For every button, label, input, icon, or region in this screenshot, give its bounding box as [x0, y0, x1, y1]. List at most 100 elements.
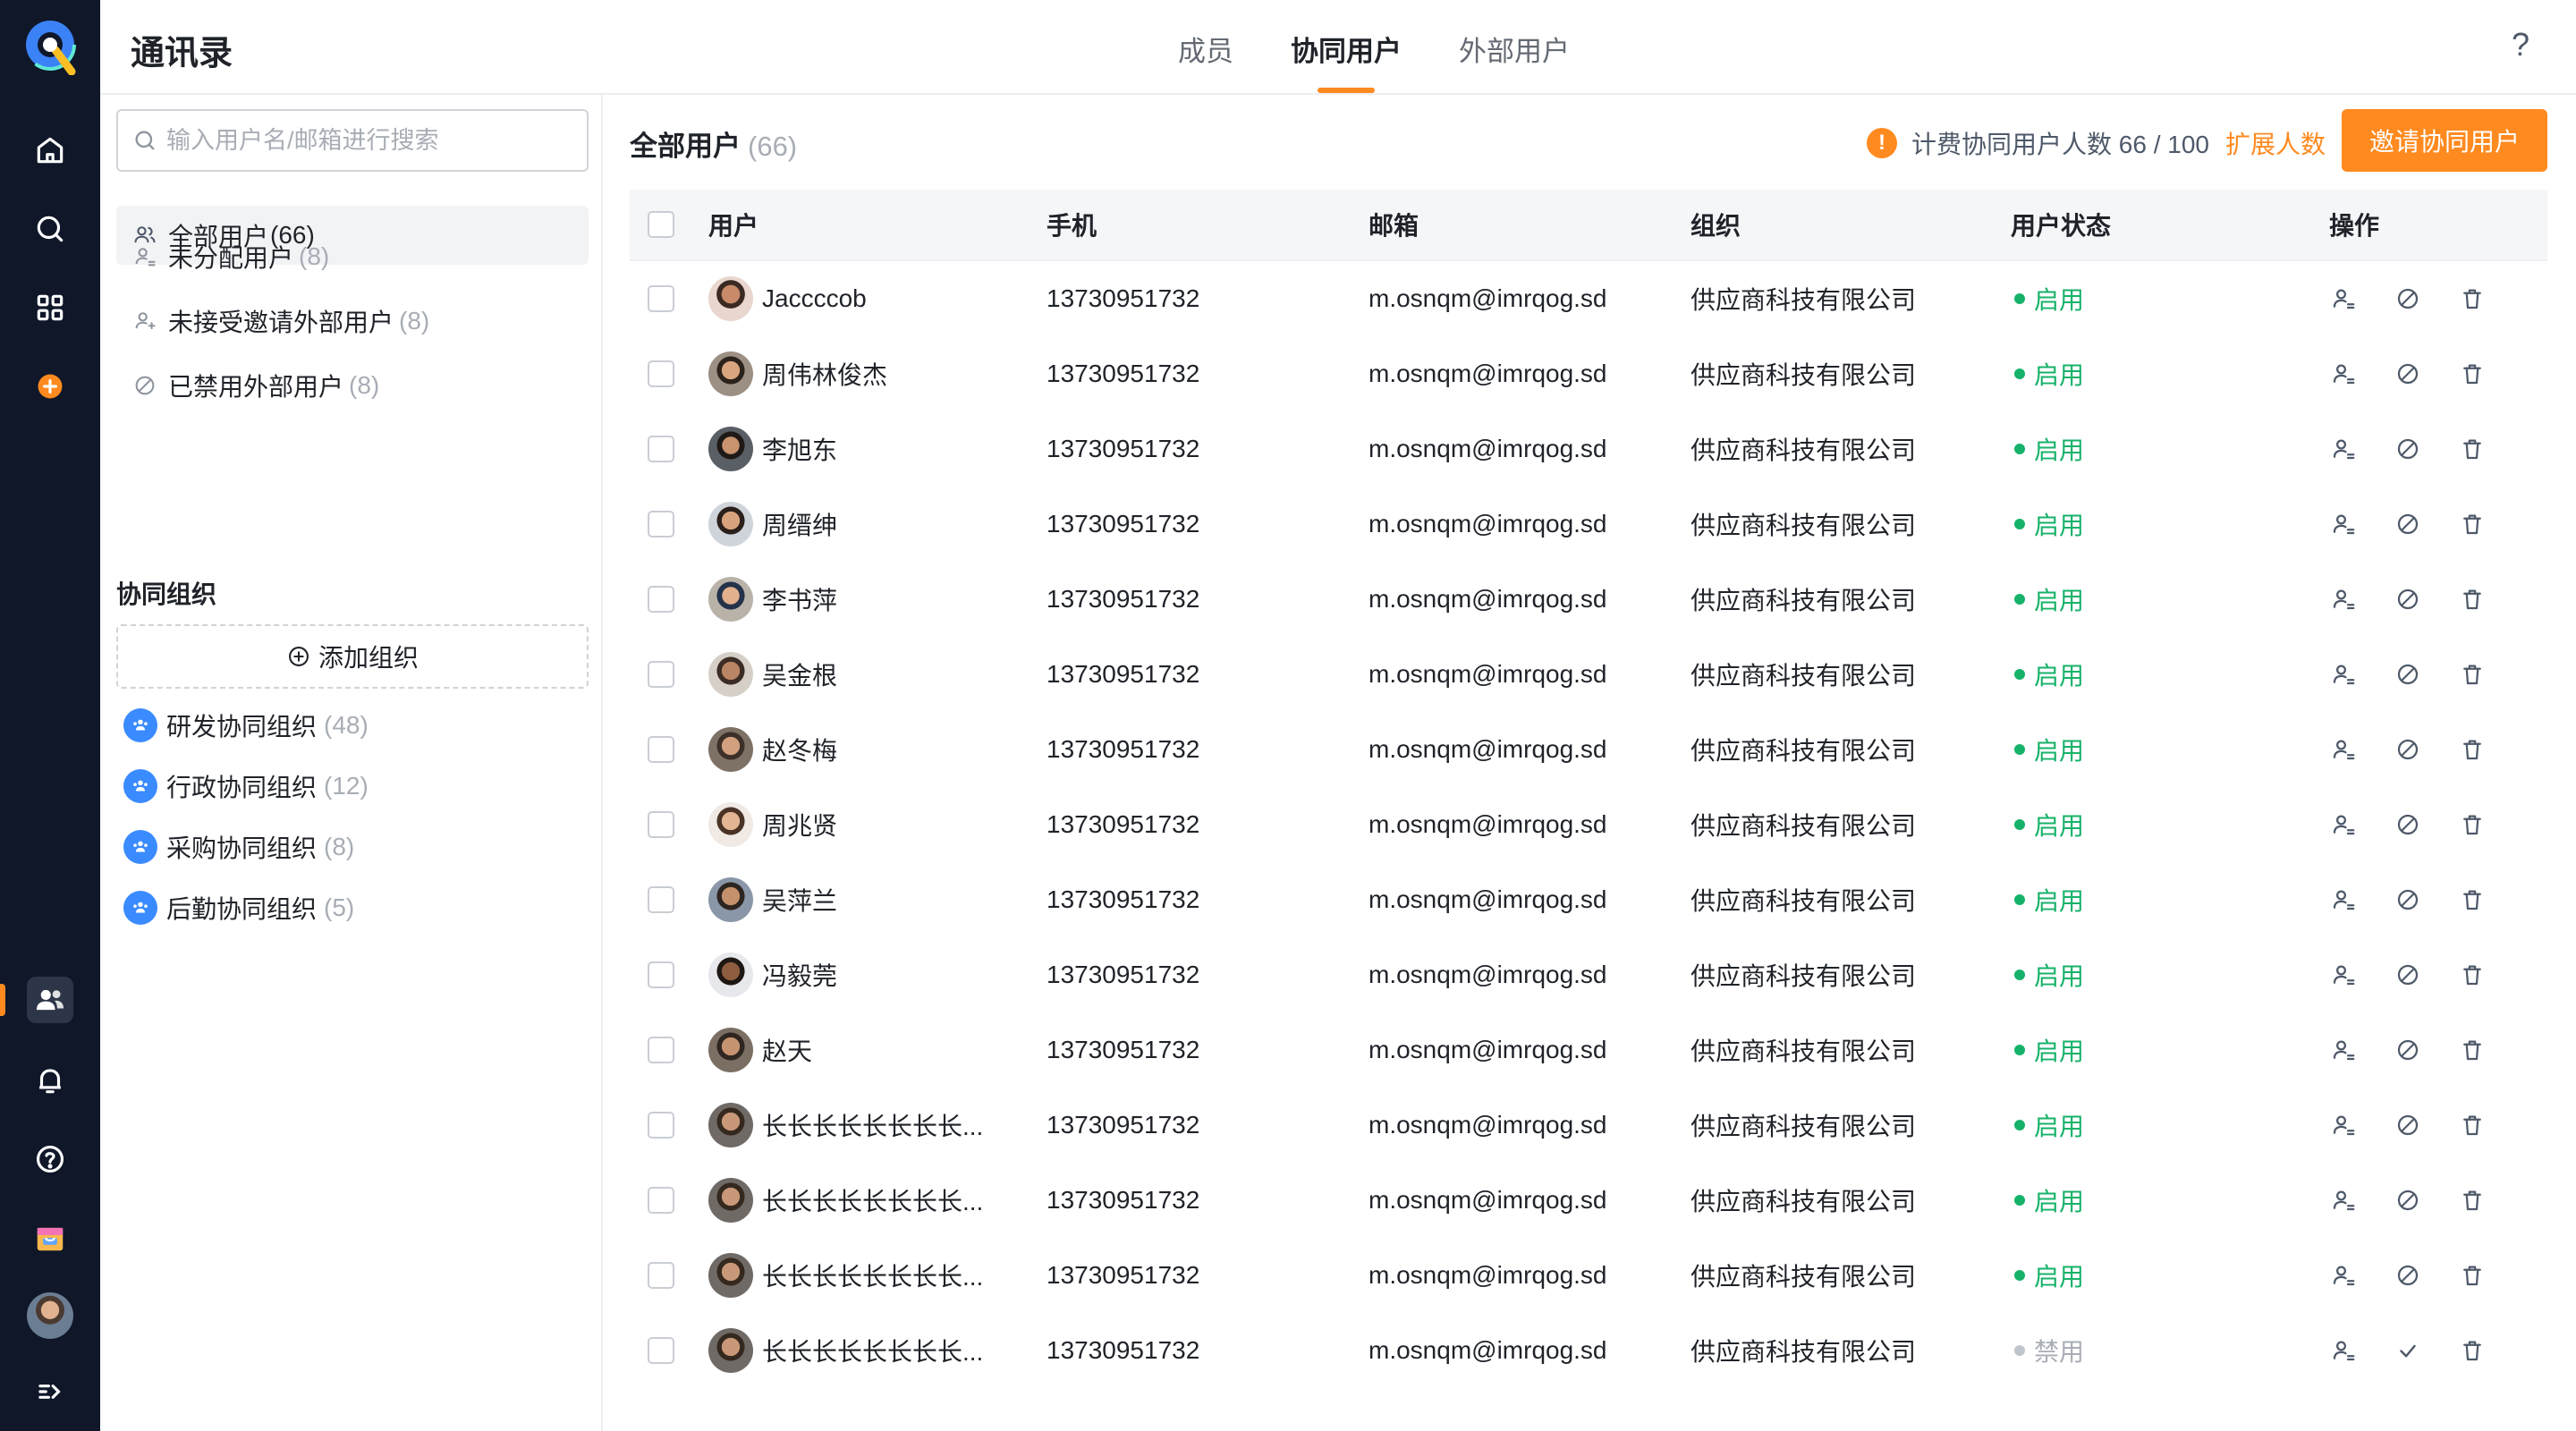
trash-icon[interactable] — [2458, 660, 2487, 689]
row-checkbox[interactable] — [648, 586, 674, 613]
row-checkbox[interactable] — [648, 511, 674, 538]
ban-icon[interactable] — [2394, 1261, 2422, 1290]
row-checkbox[interactable] — [648, 1112, 674, 1139]
org-item-rd[interactable]: 研发协同组织 (48) — [123, 703, 369, 748]
ban-icon[interactable] — [2394, 1186, 2422, 1215]
edit-user-icon[interactable] — [2329, 660, 2358, 689]
ban-icon[interactable] — [2394, 735, 2422, 764]
user-name[interactable]: 长长长长长长长长... — [762, 1182, 983, 1218]
sidebar-item-disabled-external[interactable]: 已禁用外部用户 (8) — [116, 356, 589, 415]
row-checkbox[interactable] — [648, 811, 674, 838]
row-checkbox[interactable] — [648, 1262, 674, 1289]
trash-icon[interactable] — [2458, 284, 2487, 313]
add-icon[interactable] — [27, 363, 73, 410]
edit-user-icon[interactable] — [2329, 1036, 2358, 1064]
contacts-icon[interactable] — [27, 977, 73, 1023]
tab-collaborative-users[interactable]: 协同用户 — [1291, 0, 1402, 93]
row-checkbox[interactable] — [648, 886, 674, 913]
user-name[interactable]: 李旭东 — [762, 431, 837, 467]
trash-icon[interactable] — [2458, 1111, 2487, 1139]
user-name[interactable]: 吴萍兰 — [762, 882, 837, 918]
trash-icon[interactable] — [2458, 1261, 2487, 1290]
row-checkbox[interactable] — [648, 961, 674, 988]
ban-icon[interactable] — [2394, 660, 2422, 689]
user-name[interactable]: 周伟林俊杰 — [762, 356, 887, 392]
edit-user-icon[interactable] — [2329, 1336, 2358, 1365]
edit-user-icon[interactable] — [2329, 1261, 2358, 1290]
edit-user-icon[interactable] — [2329, 284, 2358, 313]
store-icon[interactable] — [27, 1215, 73, 1261]
row-checkbox[interactable] — [648, 661, 674, 688]
search-input[interactable] — [166, 126, 560, 155]
edit-user-icon[interactable] — [2329, 360, 2358, 388]
user-name[interactable]: 吴金根 — [762, 656, 837, 692]
user-name[interactable]: 赵天 — [762, 1032, 812, 1068]
trash-icon[interactable] — [2458, 360, 2487, 388]
user-name[interactable]: 周兆贤 — [762, 807, 837, 843]
edit-user-icon[interactable] — [2329, 961, 2358, 989]
apps-grid-icon[interactable] — [27, 284, 73, 331]
ban-icon[interactable] — [2394, 810, 2422, 839]
help-circle-icon[interactable] — [27, 1136, 73, 1182]
trash-icon[interactable] — [2458, 1186, 2487, 1215]
ban-icon[interactable] — [2394, 961, 2422, 989]
ban-icon[interactable] — [2394, 585, 2422, 614]
org-item-admin[interactable]: 行政协同组织 (12) — [123, 764, 369, 809]
edit-user-icon[interactable] — [2329, 1111, 2358, 1139]
org-item-purchasing[interactable]: 采购协同组织 (8) — [123, 825, 354, 869]
expand-sidebar-icon[interactable] — [27, 1368, 73, 1415]
user-name[interactable]: Jaccccob — [762, 284, 867, 313]
edit-user-icon[interactable] — [2329, 735, 2358, 764]
tab-external-users[interactable]: 外部用户 — [1459, 0, 1570, 93]
user-avatar[interactable] — [27, 1292, 73, 1339]
ban-icon[interactable] — [2394, 510, 2422, 538]
trash-icon[interactable] — [2458, 961, 2487, 989]
row-checkbox[interactable] — [648, 285, 674, 312]
trash-icon[interactable] — [2458, 885, 2487, 914]
edit-user-icon[interactable] — [2329, 585, 2358, 614]
add-org-button[interactable]: 添加组织 — [116, 624, 589, 689]
sidebar-item-pending-external[interactable]: 未接受邀请外部用户 (8) — [116, 292, 589, 351]
ban-icon[interactable] — [2394, 435, 2422, 463]
edit-user-icon[interactable] — [2329, 510, 2358, 538]
home-icon[interactable] — [27, 127, 73, 174]
invite-user-button[interactable]: 邀请协同用户 — [2342, 109, 2547, 172]
row-checkbox[interactable] — [648, 736, 674, 763]
edit-user-icon[interactable] — [2329, 435, 2358, 463]
user-name[interactable]: 周缙绅 — [762, 506, 837, 542]
ban-icon[interactable] — [2394, 284, 2422, 313]
edit-user-icon[interactable] — [2329, 885, 2358, 914]
row-checkbox[interactable] — [648, 1337, 674, 1364]
row-checkbox[interactable] — [648, 1037, 674, 1063]
app-logo[interactable] — [23, 18, 77, 75]
ban-icon[interactable] — [2394, 885, 2422, 914]
search-icon[interactable] — [27, 206, 73, 252]
user-name[interactable]: 赵冬梅 — [762, 732, 837, 767]
user-name[interactable]: 长长长长长长长长... — [762, 1107, 983, 1143]
ban-icon[interactable] — [2394, 1036, 2422, 1064]
trash-icon[interactable] — [2458, 735, 2487, 764]
user-name[interactable]: 李书萍 — [762, 581, 837, 617]
row-checkbox[interactable] — [648, 1187, 674, 1214]
row-checkbox[interactable] — [648, 360, 674, 387]
ban-icon[interactable] — [2394, 360, 2422, 388]
trash-icon[interactable] — [2458, 810, 2487, 839]
check-icon[interactable] — [2394, 1336, 2422, 1365]
tab-members[interactable]: 成员 — [1178, 0, 1233, 93]
select-all-checkbox[interactable] — [648, 211, 674, 238]
bell-icon[interactable] — [27, 1057, 73, 1104]
row-checkbox[interactable] — [648, 436, 674, 462]
edit-user-icon[interactable] — [2329, 1186, 2358, 1215]
user-name[interactable]: 长长长长长长长长... — [762, 1333, 983, 1368]
expand-quota-link[interactable]: 扩展人数 — [2225, 125, 2326, 161]
edit-user-icon[interactable] — [2329, 810, 2358, 839]
org-item-logistics[interactable]: 后勤协同组织 (5) — [123, 885, 354, 930]
user-name[interactable]: 冯毅莞 — [762, 957, 837, 993]
ban-icon[interactable] — [2394, 1111, 2422, 1139]
sidebar-item-unassigned-users[interactable]: 未分配用户 (8) — [116, 227, 589, 286]
trash-icon[interactable] — [2458, 1336, 2487, 1365]
user-name[interactable]: 长长长长长长长长... — [762, 1257, 983, 1293]
trash-icon[interactable] — [2458, 1036, 2487, 1064]
trash-icon[interactable] — [2458, 435, 2487, 463]
trash-icon[interactable] — [2458, 585, 2487, 614]
